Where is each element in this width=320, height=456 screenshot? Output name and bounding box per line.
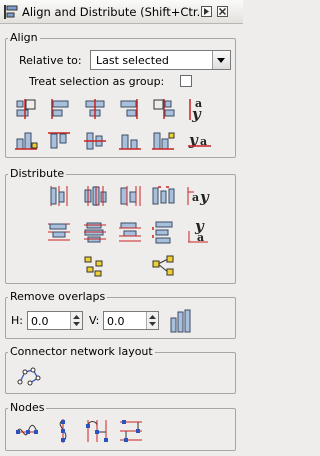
distribute-left-edges-button[interactable] — [46, 184, 72, 208]
v-gap-spinbox[interactable]: 0.0 — [103, 311, 159, 330]
dialog-title: Align and Distribute (Shift+Ctr... — [22, 5, 208, 19]
align-left-to-right-anchor-button[interactable] — [150, 97, 176, 121]
nodes-section-title: Nodes — [8, 401, 47, 414]
v-gap-value: 0.0 — [107, 315, 125, 328]
distribute-right-edges-button[interactable] — [117, 184, 143, 208]
svg-text:y: y — [191, 105, 202, 122]
v-gap-label: V: — [89, 314, 100, 327]
align-dialog-icon — [3, 4, 19, 20]
treat-as-group-label: Treat selection as group: — [29, 75, 165, 88]
svg-text:a: a — [192, 191, 199, 204]
center-on-vertical-axis-button[interactable] — [82, 97, 108, 121]
close-icon[interactable] — [217, 6, 228, 17]
align-right-edges-button[interactable] — [117, 97, 143, 121]
svg-text:y: y — [199, 188, 210, 206]
center-on-horizontal-axis-button[interactable] — [82, 129, 108, 153]
h-gap-value: 0.0 — [31, 315, 49, 328]
remove-overlaps-button[interactable] — [167, 308, 193, 333]
distribute-centers-horizontal-button[interactable] — [82, 184, 108, 208]
distribute-nodes-vertical-button[interactable] — [118, 418, 144, 442]
distribute-nodes-horizontal-button[interactable] — [84, 418, 110, 442]
distribute-top-edges-button[interactable] — [46, 220, 72, 244]
unclump-objects-button[interactable] — [150, 254, 176, 278]
connector-section-title: Connector network layout — [8, 345, 155, 358]
align-nodes-vertical-button[interactable] — [50, 418, 76, 443]
align-text-baselines-horizontal-button[interactable]: ay — [186, 96, 212, 122]
align-nodes-horizontal-button[interactable] — [14, 420, 40, 444]
h-gap-spinbox[interactable]: 0.0 — [27, 311, 83, 330]
distribute-text-baselines-horizontal-button[interactable]: ay — [186, 184, 212, 208]
align-top-edges-button[interactable] — [46, 129, 72, 153]
relative-to-label: Relative to: — [19, 54, 82, 67]
distribute-text-baselines-vertical-button[interactable]: ya — [186, 218, 212, 244]
align-top-to-bottom-anchor-button[interactable] — [150, 129, 176, 153]
distribute-gaps-vertical-button[interactable] — [150, 220, 176, 244]
arrange-connector-network-button[interactable] — [16, 364, 42, 388]
dialog-titlebar: Align and Distribute (Shift+Ctr... — [0, 0, 243, 24]
align-left-edges-button[interactable] — [46, 97, 72, 121]
h-gap-stepper-icon[interactable] — [70, 312, 82, 329]
h-gap-label: H: — [11, 314, 23, 327]
relative-to-select[interactable]: Last selected — [90, 50, 231, 70]
distribute-bottom-edges-button[interactable] — [117, 220, 143, 244]
randomize-centers-button[interactable] — [82, 254, 108, 278]
align-text-baselines-vertical-button[interactable]: ya — [186, 129, 212, 153]
distribute-section-title: Distribute — [8, 167, 67, 180]
distribute-centers-vertical-button[interactable] — [82, 220, 108, 244]
chevron-down-icon[interactable] — [212, 51, 230, 69]
align-section-title: Align — [8, 31, 40, 44]
align-bottom-edges-button[interactable] — [117, 129, 143, 153]
v-gap-stepper-icon[interactable] — [146, 312, 158, 329]
dock-icon[interactable] — [201, 6, 212, 17]
treat-as-group-checkbox[interactable] — [180, 75, 192, 87]
relative-to-value: Last selected — [96, 54, 169, 67]
distribute-gaps-horizontal-button[interactable] — [150, 184, 176, 208]
align-bottom-to-top-anchor-button[interactable] — [13, 129, 39, 153]
align-right-to-left-anchor-button[interactable] — [13, 97, 39, 121]
remove-overlaps-section-title: Remove overlaps — [8, 290, 108, 303]
svg-text:a: a — [197, 231, 204, 244]
